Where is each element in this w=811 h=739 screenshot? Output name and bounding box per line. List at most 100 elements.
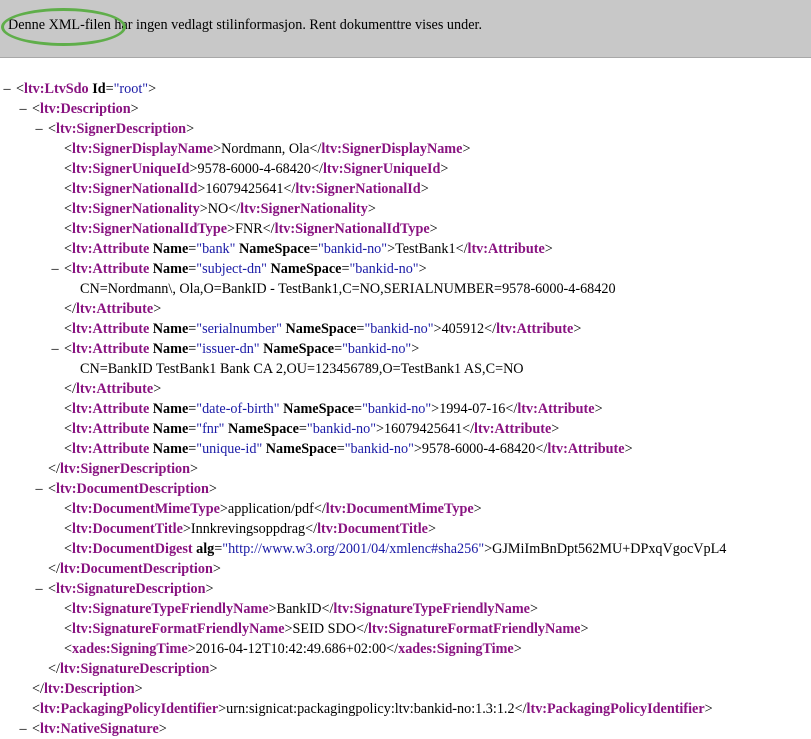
xml-tag-name: ltv:Attribute bbox=[72, 401, 150, 417]
xml-line-content: <ltv:SignerNationality>NO</ltv:SignerNat… bbox=[64, 199, 376, 219]
xml-attr-value: "bankid-no" bbox=[317, 241, 388, 257]
xml-text: 9578-6000-4-68420 bbox=[421, 441, 536, 457]
xml-punct: > bbox=[484, 541, 493, 557]
xml-line-content: CN=Nordmann\, Ola,O=BankID - TestBank1,C… bbox=[80, 279, 616, 299]
xml-punct: > bbox=[580, 621, 589, 637]
xml-punct: </ bbox=[386, 641, 399, 657]
xml-tree-line: <ltv:Attribute Name="serialnumber" NameS… bbox=[0, 319, 811, 339]
xml-punct: > bbox=[544, 241, 553, 257]
xml-tree-line: <ltv:DocumentTitle>Innkrevingsoppdrag</l… bbox=[0, 519, 811, 539]
xml-punct: = bbox=[105, 81, 114, 97]
xml-punct: </ bbox=[484, 321, 497, 337]
xml-punct: = bbox=[336, 441, 345, 457]
xml-tree-line: <ltv:SignerDisplayName>Nordmann, Ola</lt… bbox=[0, 139, 811, 159]
xml-punct: < bbox=[64, 421, 73, 437]
xml-tag-name: ltv:SignatureTypeFriendlyName bbox=[333, 601, 530, 617]
xml-attr-value: "unique-id" bbox=[196, 441, 263, 457]
xml-text: Innkrevingsoppdrag bbox=[190, 521, 306, 537]
xml-punct: </ bbox=[313, 501, 326, 517]
xml-punct: > bbox=[433, 321, 442, 337]
xml-line-content: <ltv:SignatureFormatFriendlyName>SEID SD… bbox=[64, 619, 589, 639]
xml-tag-name: ltv:SignerDisplayName bbox=[72, 141, 214, 157]
xml-tree-line: <ltv:SignerNationalIdType>FNR</ltv:Signe… bbox=[0, 219, 811, 239]
xml-tag-name: ltv:PackagingPolicyIdentifier bbox=[40, 701, 219, 717]
xml-tree-line: <ltv:Attribute Name="bank" NameSpace="ba… bbox=[0, 239, 811, 259]
xml-tree-line: <ltv:DocumentMimeType>application/pdf</l… bbox=[0, 499, 811, 519]
xml-attr-value: "fnr" bbox=[196, 421, 225, 437]
xml-attr-value: "bankid-no" bbox=[344, 441, 414, 457]
xml-document-tree: – <ltv:LtvSdo Id="root"> – <ltv:Description… bbox=[0, 79, 811, 739]
xml-tag-name: ltv:LtvSdo bbox=[24, 81, 89, 97]
xml-punct: < bbox=[48, 481, 57, 497]
xml-tag-name: ltv:Attribute bbox=[467, 241, 545, 257]
xml-tree-line: <ltv:Attribute Name="unique-id" NameSpac… bbox=[0, 439, 811, 459]
xml-tree-line: – <ltv:NativeSignature> bbox=[0, 719, 811, 739]
xml-punct: < bbox=[64, 641, 73, 657]
xml-tree-line: <ltv:SignerNationality>NO</ltv:SignerNat… bbox=[0, 199, 811, 219]
xml-tag-name: ltv:Description bbox=[43, 681, 135, 697]
xml-punct: > bbox=[284, 621, 293, 637]
xml-tree-line: <ltv:SignerUniqueId>9578-6000-4-68420</l… bbox=[0, 159, 811, 179]
xml-tree-line: </ltv:Attribute> bbox=[0, 299, 811, 319]
xml-punct: </ bbox=[64, 381, 76, 397]
xml-punct: < bbox=[64, 241, 73, 257]
xml-tag-name: xades:SigningTime bbox=[72, 641, 188, 657]
xml-text: 405912 bbox=[441, 321, 485, 337]
xml-line-content: <ltv:DocumentDescription> bbox=[48, 479, 217, 499]
xml-punct: > bbox=[376, 421, 385, 437]
xml-punct: </ bbox=[455, 241, 468, 257]
xml-tag-name: ltv:NativeSignature bbox=[40, 721, 159, 737]
xml-tag-name: ltv:DocumentDescription bbox=[56, 481, 209, 497]
xml-tag-name: ltv:SignerDescription bbox=[59, 461, 190, 477]
xml-tree-line: </ltv:Attribute> bbox=[0, 379, 811, 399]
xml-attr-name: Name bbox=[152, 261, 189, 277]
xml-attr-name: Name bbox=[152, 321, 189, 337]
xml-line-content: </ltv:Description> bbox=[32, 679, 143, 699]
collapse-toggle-icon[interactable]: – bbox=[18, 99, 28, 119]
xml-line-content: <ltv:Attribute Name="bank" NameSpace="ba… bbox=[64, 239, 553, 259]
xml-tree-line: – <ltv:LtvSdo Id="root"> bbox=[0, 79, 811, 99]
collapse-toggle-icon[interactable]: – bbox=[34, 119, 44, 139]
xml-line-content: <ltv:SignatureTypeFriendlyName>BankID</l… bbox=[64, 599, 538, 619]
xml-punct: = bbox=[298, 421, 307, 437]
collapse-toggle-icon[interactable]: – bbox=[34, 579, 44, 599]
xml-text: NO bbox=[207, 201, 229, 217]
xml-punct: > bbox=[158, 721, 167, 737]
collapse-toggle-icon[interactable]: – bbox=[50, 259, 60, 279]
xml-punct: > bbox=[186, 121, 195, 137]
xml-line-content: <ltv:DocumentMimeType>application/pdf</l… bbox=[64, 499, 482, 519]
xml-tag-name: ltv:Attribute bbox=[75, 381, 154, 397]
xml-attr-name: NameSpace bbox=[239, 241, 310, 257]
xml-tag-name: ltv:SignatureFormatFriendlyName bbox=[72, 621, 285, 637]
xml-attr-value: "bankid-no" bbox=[306, 421, 377, 437]
xml-tag-name: ltv:Attribute bbox=[474, 421, 552, 437]
xml-attr-value: "root" bbox=[113, 81, 149, 97]
xml-tag-name: ltv:Description bbox=[40, 101, 131, 117]
xml-punct: < bbox=[64, 401, 73, 417]
collapse-toggle-icon[interactable]: – bbox=[18, 719, 28, 739]
xml-line-content: <ltv:LtvSdo Id="root"> bbox=[16, 79, 156, 99]
xml-punct: > bbox=[473, 501, 482, 517]
xml-line-content: <ltv:Attribute Name="serialnumber" NameS… bbox=[64, 319, 581, 339]
xml-punct: < bbox=[64, 521, 73, 537]
xml-punct: > bbox=[431, 401, 440, 417]
collapse-toggle-icon[interactable]: – bbox=[50, 339, 60, 359]
collapse-toggle-icon[interactable]: – bbox=[34, 479, 44, 499]
xml-text: TestBank1 bbox=[395, 241, 456, 257]
xml-punct: > bbox=[413, 441, 422, 457]
xml-punct: < bbox=[64, 541, 73, 557]
xml-attr-value: "http://www.w3.org/2001/04/xmlenc#sha256… bbox=[222, 541, 485, 557]
xml-tree-line: – <ltv:Attribute Name="subject-dn" NameSp… bbox=[0, 259, 811, 279]
xml-line-content: <ltv:Attribute Name="unique-id" NameSpac… bbox=[64, 439, 633, 459]
xml-attr-value: "subject-dn" bbox=[196, 261, 267, 277]
xml-attr-name: NameSpace bbox=[263, 341, 335, 357]
xml-line-content: <ltv:SignerUniqueId>9578-6000-4-68420</l… bbox=[64, 159, 448, 179]
xml-punct: </ bbox=[64, 301, 76, 317]
xml-punct: < bbox=[64, 221, 73, 237]
collapse-toggle-icon[interactable]: – bbox=[2, 79, 12, 99]
xml-attr-value: "bankid-no" bbox=[349, 261, 419, 277]
xml-tree-line: <ltv:Attribute Name="date-of-birth" Name… bbox=[0, 399, 811, 419]
xml-tag-name: ltv:SignerUniqueId bbox=[322, 161, 441, 177]
xml-tree-line: </ltv:Description> bbox=[0, 679, 811, 699]
xml-punct: > bbox=[205, 581, 214, 597]
